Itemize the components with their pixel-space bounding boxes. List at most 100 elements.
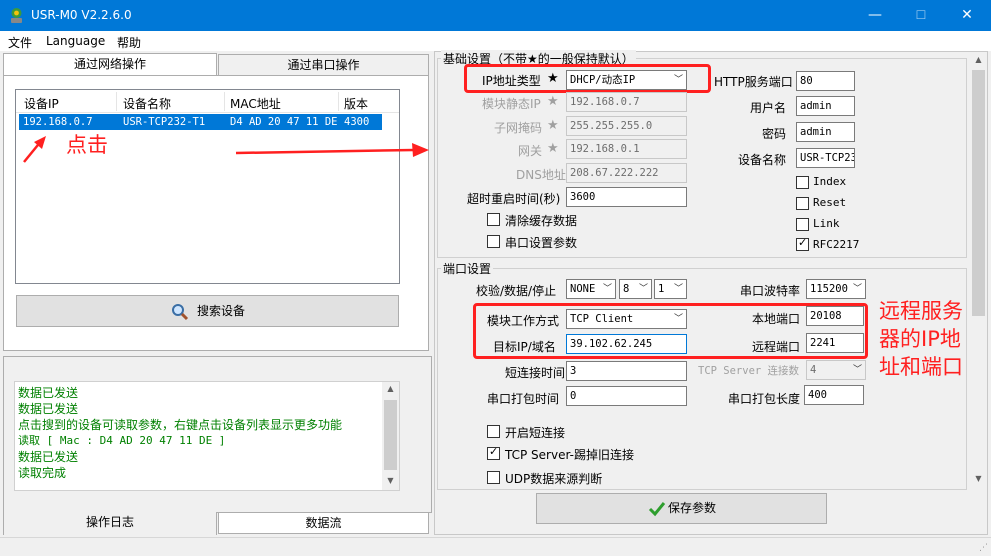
menu-help[interactable]: 帮助 bbox=[117, 34, 141, 51]
star-icon: ★ bbox=[547, 141, 559, 156]
log-line: 读取 [ Mac : D4 AD 20 47 11 DE ] bbox=[18, 434, 226, 447]
chevron-down-icon: ﹀ bbox=[602, 284, 612, 294]
resize-grip-icon[interactable]: ⋰ bbox=[979, 543, 988, 553]
log-line: 数据已发送 bbox=[18, 450, 79, 464]
index-checkbox[interactable] bbox=[796, 176, 809, 189]
menu-language[interactable]: Language bbox=[46, 34, 105, 48]
device-name-field[interactable]: USR-TCP23 bbox=[796, 148, 855, 168]
udp-source-label: UDP数据来源判断 bbox=[505, 472, 603, 486]
tcp-server-count-select[interactable]: 4 ﹀ bbox=[806, 360, 866, 380]
http-port-field[interactable]: 80 bbox=[796, 71, 855, 91]
scroll-down-icon[interactable]: ▼ bbox=[970, 474, 987, 483]
clear-cache-label: 清除缓存数据 bbox=[505, 214, 578, 228]
annotation-box-remote bbox=[473, 303, 868, 359]
stopbits-select[interactable]: 1 ﹀ bbox=[654, 279, 687, 299]
menu-bar: 文件 Language 帮助 bbox=[0, 31, 991, 51]
baud-label: 串口波特率 bbox=[740, 284, 801, 298]
annotation-arrow-right bbox=[235, 143, 429, 157]
parity-select[interactable]: NONE ﹀ bbox=[566, 279, 616, 299]
static-ip-field[interactable]: 192.168.0.7 bbox=[566, 92, 687, 112]
tcp-server-count-value: 4 bbox=[810, 364, 817, 376]
tab-network[interactable]: 通过网络操作 bbox=[3, 53, 217, 76]
username-field[interactable]: admin bbox=[796, 96, 855, 116]
col-header-ip[interactable]: 设备IP bbox=[24, 95, 59, 112]
save-params-label: 保存参数 bbox=[668, 501, 717, 515]
baud-select[interactable]: 115200 ﹀ bbox=[806, 279, 866, 299]
log-line: 数据已发送 bbox=[18, 386, 79, 400]
annotation-arrow-up bbox=[23, 136, 46, 163]
scroll-down-icon[interactable]: ▼ bbox=[382, 476, 399, 485]
col-header-name[interactable]: 设备名称 bbox=[123, 95, 171, 112]
table-row[interactable]: 192.168.0.7 USR-TCP232-T1 D4 AD 20 47 11… bbox=[19, 114, 382, 130]
port-settings-title: 端口设置 bbox=[441, 260, 494, 277]
password-field[interactable]: admin bbox=[796, 122, 855, 142]
parity-label: 校验/数据/停止 bbox=[476, 284, 557, 298]
col-header-mac[interactable]: MAC地址 bbox=[230, 95, 281, 112]
short-conn-field[interactable]: 3 bbox=[566, 361, 687, 381]
minimize-button[interactable]: — bbox=[852, 0, 898, 31]
http-port-label: HTTP服务端口 bbox=[714, 75, 793, 89]
pack-len-label: 串口打包长度 bbox=[728, 392, 801, 406]
clear-cache-checkbox[interactable] bbox=[487, 213, 500, 226]
annotation-remote: 远程服务器的IP地址和端口 bbox=[879, 299, 963, 379]
rfc2217-checkbox[interactable] bbox=[796, 236, 809, 251]
dns-field[interactable]: 208.67.222.222 bbox=[566, 163, 687, 183]
reset-checkbox[interactable] bbox=[796, 197, 809, 210]
annotation-click: 点击 bbox=[66, 133, 108, 157]
parity-value: NONE bbox=[570, 283, 596, 295]
chevron-down-icon: ﹀ bbox=[852, 284, 862, 294]
link-checkbox[interactable] bbox=[796, 218, 809, 231]
window-title: USR-M0 V2.2.6.0 bbox=[31, 8, 132, 22]
settings-scrollbar[interactable]: ▲ ▼ bbox=[970, 52, 987, 534]
scroll-thumb[interactable] bbox=[972, 70, 985, 316]
magnifier-icon bbox=[172, 304, 189, 321]
maximize-button[interactable]: ☐ bbox=[898, 0, 944, 31]
tab-data-stream[interactable]: 数据流 bbox=[218, 512, 429, 534]
password-label: 密码 bbox=[762, 127, 787, 141]
serial-params-checkbox[interactable] bbox=[487, 235, 500, 248]
scroll-up-icon[interactable]: ▲ bbox=[382, 384, 399, 393]
timeout-field[interactable]: 3600 bbox=[566, 187, 687, 207]
checkmark-icon bbox=[648, 502, 666, 517]
serial-params-label: 串口设置参数 bbox=[505, 236, 578, 250]
tcp-server-count-label: TCP Server 连接数 bbox=[698, 365, 800, 377]
pack-time-label: 串口打包时间 bbox=[487, 392, 560, 406]
app-window: USR-M0 V2.2.6.0 — ☐ ✕ 文件 Language 帮助 通过网… bbox=[0, 0, 991, 556]
log-line: 读取完成 bbox=[18, 466, 67, 480]
gateway-label: 网关 bbox=[518, 144, 543, 158]
pack-time-field[interactable]: 0 bbox=[566, 386, 687, 406]
gateway-field[interactable]: 192.168.0.1 bbox=[566, 139, 687, 159]
save-params-button[interactable]: 保存参数 bbox=[536, 493, 827, 524]
pack-len-field[interactable]: 400 bbox=[804, 385, 864, 405]
subnet-mask-label: 子网掩码 bbox=[494, 121, 543, 135]
close-button[interactable]: ✕ bbox=[944, 0, 990, 31]
username-label: 用户名 bbox=[750, 101, 787, 115]
annotation-box-ip-type bbox=[464, 64, 711, 93]
short-conn-label: 短连接时间 bbox=[505, 366, 566, 380]
device-ip-cell: 192.168.0.7 bbox=[23, 116, 93, 128]
menu-file[interactable]: 文件 bbox=[8, 34, 32, 51]
subnet-mask-field[interactable]: 255.255.255.0 bbox=[566, 116, 687, 136]
device-name-label: 设备名称 bbox=[738, 153, 787, 167]
col-header-version[interactable]: 版本 bbox=[344, 95, 368, 112]
tab-serial[interactable]: 通过串口操作 bbox=[218, 54, 429, 76]
scroll-thumb[interactable] bbox=[384, 400, 397, 470]
star-icon: ★ bbox=[547, 118, 559, 133]
search-device-button[interactable]: 搜索设备 bbox=[16, 295, 399, 327]
search-device-label: 搜索设备 bbox=[197, 304, 246, 318]
device-version-cell: 4300 bbox=[344, 116, 370, 128]
scroll-up-icon[interactable]: ▲ bbox=[970, 55, 987, 64]
log-scrollbar[interactable]: ▲ ▼ bbox=[382, 382, 399, 490]
timeout-label: 超时重启时间(秒) bbox=[467, 192, 561, 206]
udp-source-checkbox[interactable] bbox=[487, 471, 500, 484]
device-list: 设备IP 设备名称 MAC地址 版本 192.168.0.7 USR-TCP23… bbox=[15, 89, 400, 284]
star-icon: ★ bbox=[547, 94, 559, 109]
databits-select[interactable]: 8 ﹀ bbox=[619, 279, 652, 299]
chevron-down-icon: ﹀ bbox=[852, 365, 862, 375]
stopbits-value: 1 bbox=[658, 283, 665, 295]
short-conn-checkbox[interactable] bbox=[487, 425, 500, 438]
chevron-down-icon: ﹀ bbox=[638, 284, 648, 294]
log-textarea[interactable]: 数据已发送 数据已发送 点击搜到的设备可读取参数，右键点击设备列表显示更多功能 … bbox=[14, 381, 400, 491]
tcp-kick-checkbox[interactable] bbox=[487, 445, 500, 460]
tab-operation-log[interactable]: 操作日志 bbox=[3, 512, 217, 535]
